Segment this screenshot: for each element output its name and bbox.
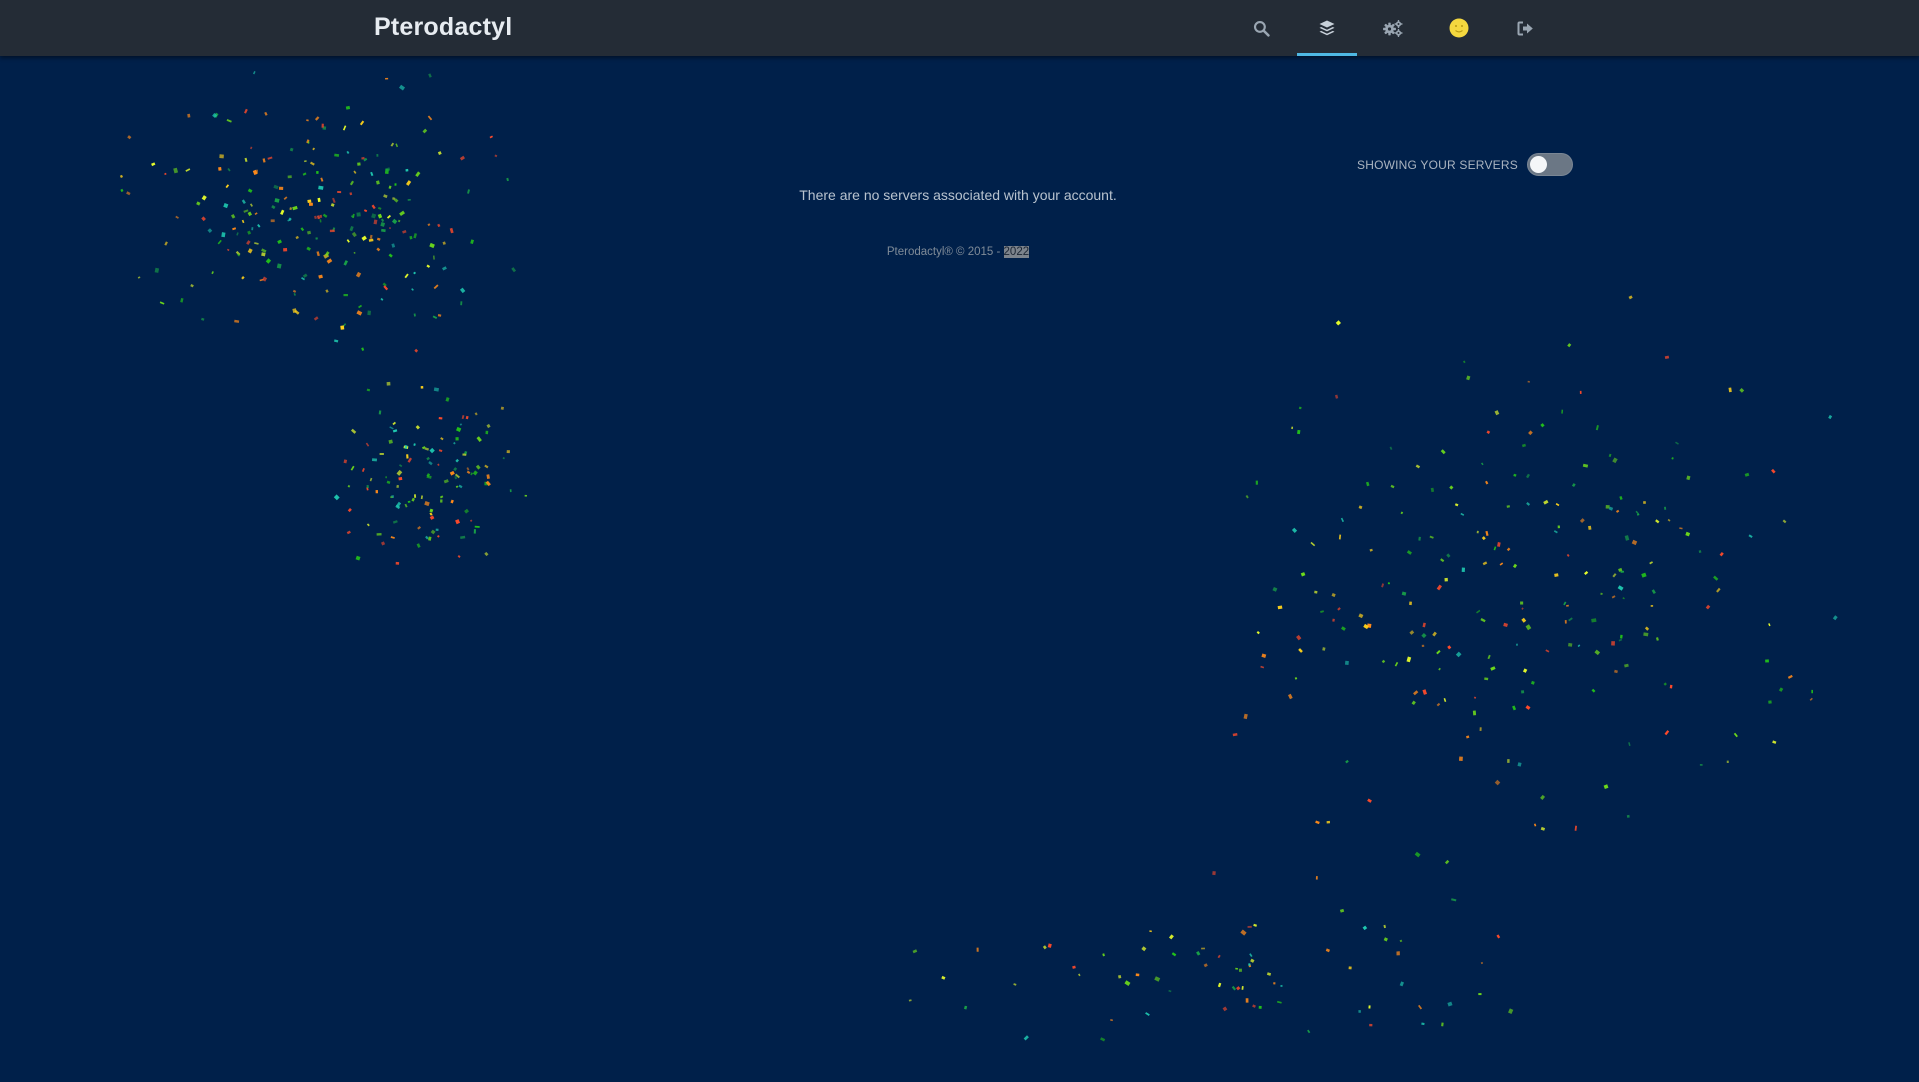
- nav-icons: [1228, 0, 1558, 56]
- nav-search-button[interactable]: [1228, 0, 1294, 56]
- footer-copyright-text: Pterodactyl® © 2015 -: [886, 246, 1004, 258]
- empty-servers-message: There are no servers associated with you…: [799, 187, 1117, 203]
- show-servers-toggle[interactable]: [1526, 153, 1573, 176]
- main-content: Showing your servers There are no server…: [0, 56, 1919, 1082]
- cogs-icon: [1382, 19, 1404, 37]
- server-filter-toggle-group: Showing your servers: [1357, 153, 1573, 176]
- toggle-knob: [1529, 156, 1547, 173]
- nav-admin-button[interactable]: [1360, 0, 1426, 56]
- toggle-label: Showing your servers: [1357, 157, 1518, 172]
- sign-out-icon: [1517, 21, 1534, 36]
- footer-copyright: Pterodactyl® © 2015 - 2022: [0, 246, 1916, 258]
- search-icon: [1253, 20, 1270, 37]
- brand-logo-link[interactable]: Pterodactyl: [374, 13, 512, 42]
- nav-servers-button[interactable]: [1294, 0, 1360, 56]
- nav-logout-button[interactable]: [1492, 0, 1558, 56]
- footer-year-selected: 2022: [1003, 246, 1030, 258]
- top-navbar: Pterodactyl: [0, 0, 1919, 56]
- layers-icon: [1318, 19, 1336, 37]
- nav-account-button[interactable]: [1426, 0, 1492, 56]
- user-avatar-icon: [1449, 18, 1469, 38]
